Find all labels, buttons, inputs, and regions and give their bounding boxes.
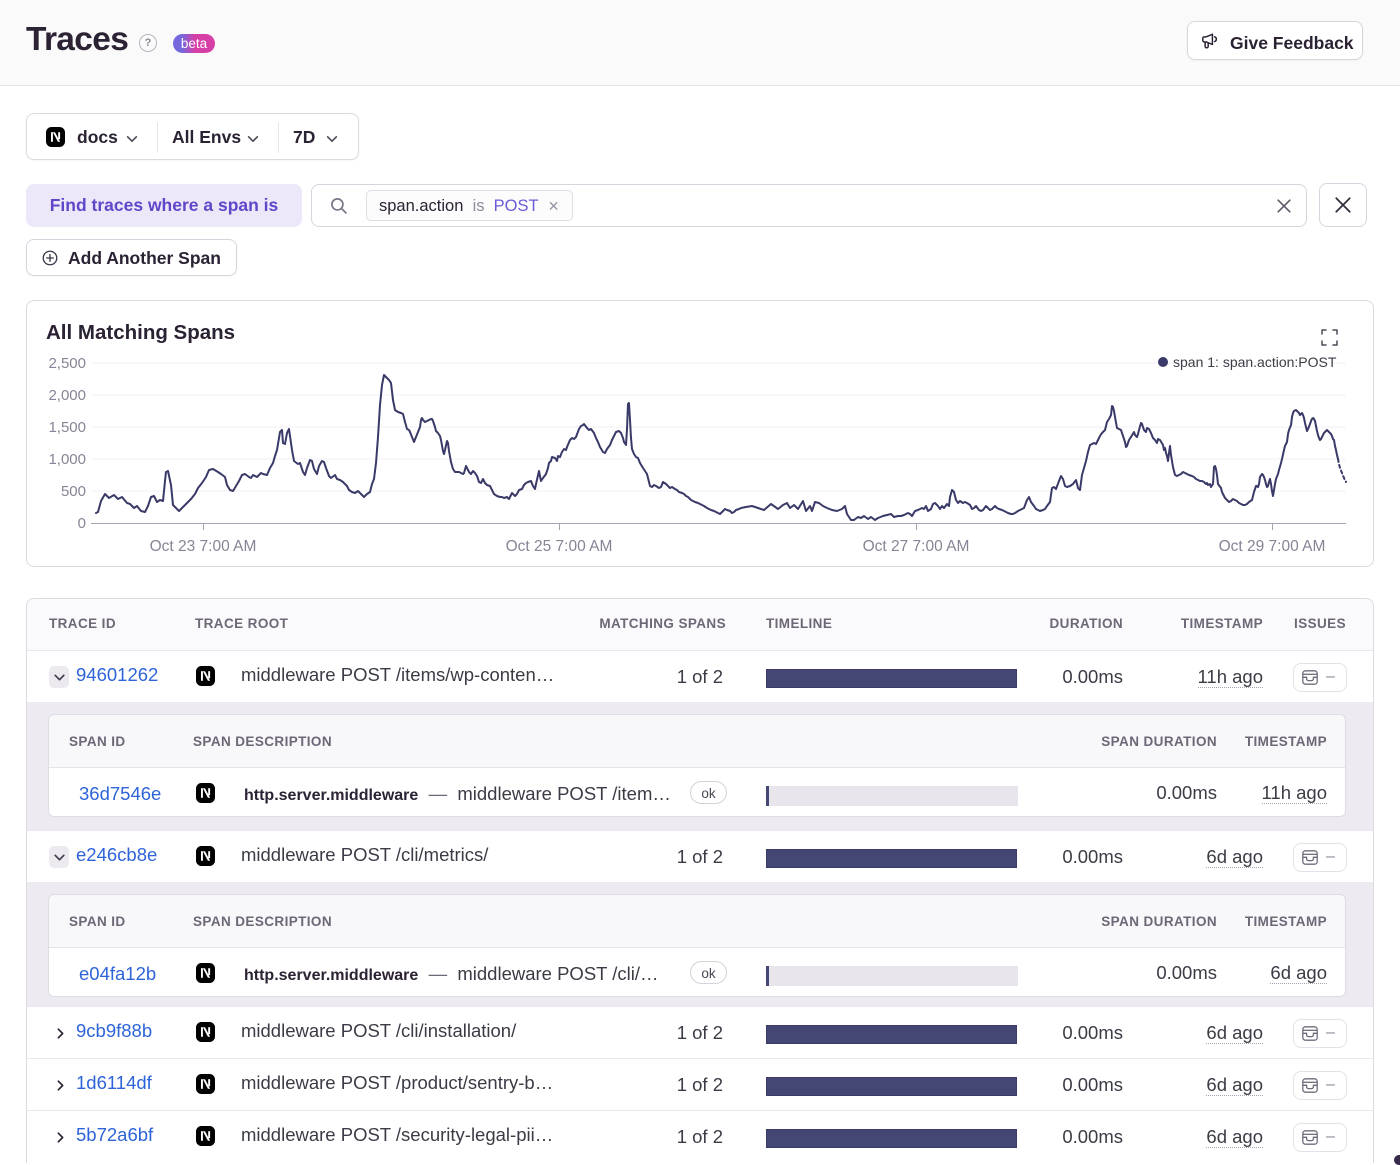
svg-text:span 1: span.action:POST: span 1: span.action:POST	[1173, 354, 1337, 370]
svg-text:1,500: 1,500	[48, 419, 86, 436]
svg-text:2,500: 2,500	[48, 355, 86, 372]
svg-text:2,000: 2,000	[48, 387, 86, 404]
svg-text:Oct 23 7:00 AM: Oct 23 7:00 AM	[150, 538, 257, 555]
svg-text:0: 0	[78, 515, 86, 532]
svg-text:Oct 29 7:00 AM: Oct 29 7:00 AM	[1219, 538, 1326, 555]
svg-text:Oct 25 7:00 AM: Oct 25 7:00 AM	[506, 538, 613, 555]
svg-text:Oct 27 7:00 AM: Oct 27 7:00 AM	[863, 538, 970, 555]
svg-text:500: 500	[61, 483, 86, 500]
svg-text:1,000: 1,000	[48, 451, 86, 468]
